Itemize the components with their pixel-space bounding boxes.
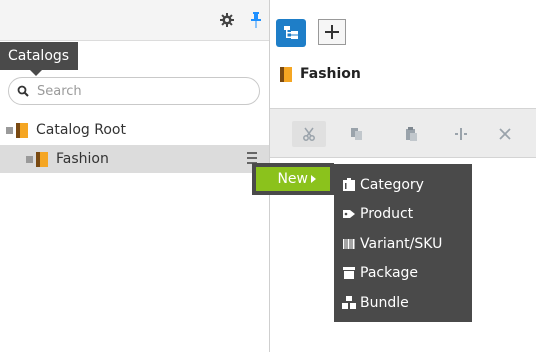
search-box[interactable] (8, 77, 260, 105)
menu-item-package[interactable]: Package (334, 259, 472, 289)
paste-icon[interactable] (394, 121, 428, 147)
expand-icon[interactable] (26, 155, 33, 163)
catalog-icon (280, 66, 292, 82)
menu-item-category[interactable]: Category (334, 170, 472, 200)
catalog-icon (36, 151, 48, 167)
menu-item-product[interactable]: Product (334, 200, 472, 230)
pin-icon[interactable] (245, 9, 267, 31)
tree-view-button[interactable] (276, 19, 306, 47)
edit-toolbar (270, 108, 536, 158)
cut-icon[interactable] (292, 121, 326, 147)
menu-item-label: Package (360, 265, 419, 282)
menu-item-label: Category (360, 176, 424, 193)
catalog-tree-panel: Catalogs Catalog Root Fashion (0, 0, 270, 352)
add-button[interactable] (318, 19, 346, 45)
tree-view-icon (284, 26, 298, 39)
catalogs-tab-label: Catalogs (8, 48, 70, 64)
tree-item-fashion[interactable]: Fashion (0, 145, 269, 173)
move-icon[interactable] (444, 121, 478, 147)
catalogs-tab[interactable]: Catalogs (0, 42, 78, 76)
catalog-detail-header (270, 0, 536, 108)
search-input[interactable] (35, 82, 239, 100)
gear-icon[interactable] (216, 9, 238, 31)
product-icon (341, 207, 357, 221)
variant-sku-icon (341, 237, 357, 251)
delete-icon[interactable] (488, 121, 522, 147)
tree-item-label: Catalog Root (36, 122, 126, 138)
new-submenu: Category Product Variant/SKU Package Bun… (334, 164, 472, 322)
bundle-icon (341, 295, 357, 310)
menu-item-variant-sku[interactable]: Variant/SKU (334, 229, 472, 259)
tree-item-catalog-root[interactable]: Catalog Root (0, 116, 269, 144)
menu-item-label: Bundle (360, 294, 409, 311)
package-icon (341, 266, 357, 280)
menu-item-bundle[interactable]: Bundle (334, 288, 472, 318)
submenu-arrow-icon (311, 175, 316, 183)
plus-icon (325, 25, 339, 39)
catalog-icon (16, 122, 28, 138)
new-menu-button[interactable]: New (252, 163, 334, 195)
expand-icon[interactable] (6, 126, 13, 134)
menu-item-label: Variant/SKU (360, 235, 443, 252)
search-icon (17, 85, 29, 97)
selected-catalog-label: Fashion (300, 66, 361, 82)
copy-icon[interactable] (340, 121, 374, 147)
menu-item-label: Product (360, 206, 414, 223)
tree-item-label: Fashion (56, 151, 109, 167)
new-menu-label: New (277, 171, 308, 187)
category-icon (341, 177, 357, 192)
selected-catalog-title: Fashion (280, 66, 361, 82)
left-toolbar (0, 0, 269, 41)
